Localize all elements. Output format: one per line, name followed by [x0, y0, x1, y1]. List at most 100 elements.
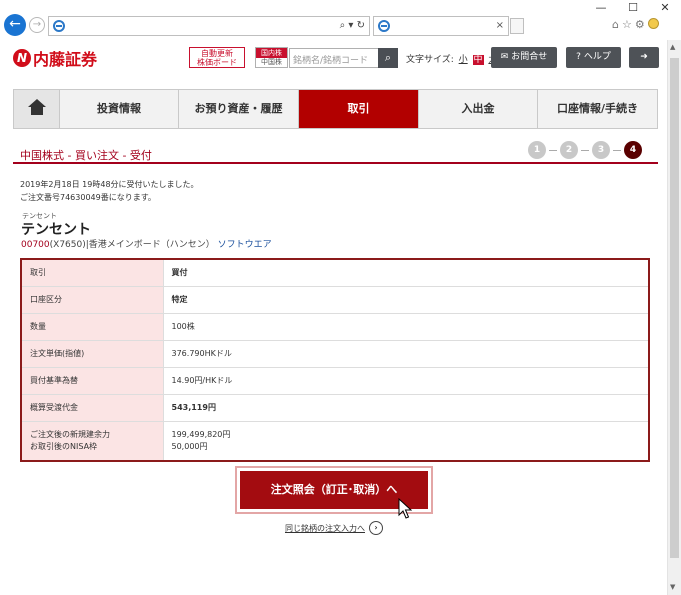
logo-mark: N	[13, 49, 31, 67]
forward-button[interactable]: →	[29, 17, 45, 33]
step-dash	[549, 149, 557, 151]
scroll-down-icon[interactable]: ▼	[670, 583, 675, 591]
table-row: ご注文後の新規建余力 お取引後のNISA枠 199,499,820円 50,00…	[21, 421, 649, 462]
chevron-right-icon: ›	[369, 521, 383, 535]
home-icon[interactable]: ⌂	[612, 18, 622, 31]
confirmation-message: 2019年2月18日 19時48分に受付いたしました。 ご注文番号7463004…	[20, 178, 199, 204]
search-button[interactable]: ⌕	[378, 48, 398, 68]
close-window-button[interactable]: ✕	[650, 0, 680, 16]
stock-info: 00700(X7650)|香港メインボード（ハンセン） ソフトウエア	[21, 237, 272, 250]
row-value: 100株	[163, 313, 649, 341]
nisa-label: お取引後のNISA枠	[30, 441, 98, 451]
font-size-small[interactable]: 小	[459, 55, 468, 65]
browser-tools: ⌂☆⚙	[612, 18, 659, 31]
table-row: 買付基準為替 14.90円/HKドル	[21, 367, 649, 395]
step-indicator: 1 2 3 4	[528, 141, 642, 159]
home-icon	[27, 99, 46, 115]
smiley-icon[interactable]	[647, 18, 659, 29]
order-detail-table: 取引 買付 口座区分 特定 数量 100株 注文単価(指値) 376.790HK…	[20, 258, 650, 462]
gear-icon[interactable]: ⚙	[635, 18, 648, 31]
search-icon: ⌕	[384, 51, 392, 64]
nav-account-info[interactable]: 口座情報/手続き	[538, 90, 657, 128]
step-4: 4	[624, 141, 642, 159]
confirmation-line2: ご注文番号74630049番になります。	[20, 193, 156, 202]
font-size-medium[interactable]: 中	[472, 55, 484, 65]
title-divider	[13, 162, 658, 164]
auto-update-line1: 自動更新	[201, 49, 233, 58]
arrow-right-icon: →	[32, 19, 42, 30]
same-stock-order-link[interactable]: 同じ銘柄の注文入力へ ›	[285, 521, 383, 535]
row-label: 口座区分	[21, 286, 164, 314]
font-size-control: 文字サイズ: 小 中 大	[406, 52, 497, 65]
confirmation-line1: 2019年2月18日 19時48分に受付いたしました。	[20, 180, 199, 189]
ie-icon	[53, 20, 65, 32]
market-selector[interactable]: 国内株 中国株	[255, 47, 288, 68]
row-value: 376.790HKドル	[163, 340, 649, 368]
maximize-button[interactable]: ☐	[618, 0, 648, 16]
nav-home[interactable]	[14, 90, 60, 128]
row-label: 注文単価(指値)	[21, 340, 164, 368]
scrollbar-thumb[interactable]	[670, 58, 679, 558]
stock-name: テンセント	[21, 222, 91, 238]
row-value: 特定	[163, 286, 649, 314]
table-row: 取引 買付	[21, 259, 649, 287]
row-value: 199,499,820円 50,000円	[163, 421, 649, 462]
logout-icon: ➜	[640, 52, 648, 62]
address-tools[interactable]: ⌕ ▾ ↻	[340, 20, 365, 31]
row-label: 概算受渡代金	[21, 394, 164, 422]
font-size-label: 文字サイズ:	[406, 55, 454, 65]
arrow-left-icon: ←	[9, 16, 21, 32]
auto-update-board-button[interactable]: 自動更新 株価ボード	[189, 47, 245, 68]
browser-chrome: — ☐ ✕ ← → ⌕ ▾ ↻ × ⌂☆⚙	[0, 0, 681, 40]
row-label: ご注文後の新規建余力 お取引後のNISA枠	[21, 421, 164, 462]
star-icon[interactable]: ☆	[622, 18, 635, 31]
main-nav: 投資情報 お預り資産・履歴 取引 入出金 口座情報/手続き	[13, 89, 658, 129]
search-input[interactable]: 銘柄名/銘柄コード	[289, 48, 379, 68]
table-row: 概算受渡代金 543,119円	[21, 394, 649, 422]
nav-investment-info[interactable]: 投資情報	[60, 90, 179, 128]
minimize-button[interactable]: —	[586, 0, 616, 16]
same-stock-order-label: 同じ銘柄の注文入力へ	[285, 523, 365, 533]
table-row: 注文単価(指値) 376.790HKドル	[21, 340, 649, 368]
table-row: 口座区分 特定	[21, 286, 649, 314]
address-bar[interactable]: ⌕ ▾ ↻	[48, 16, 370, 36]
nav-assets-history[interactable]: お預り資産・履歴	[179, 90, 299, 128]
close-tab-icon[interactable]: ×	[496, 20, 504, 31]
help-label: ヘルプ	[583, 52, 611, 62]
site-logo[interactable]: N 内藤証券	[13, 48, 98, 69]
mail-icon: ✉	[500, 52, 509, 62]
help-icon: ?	[576, 52, 581, 62]
row-label: 取引	[21, 259, 164, 287]
logout-button[interactable]: ➜	[629, 47, 659, 68]
step-1: 1	[528, 141, 546, 159]
ie-icon	[378, 20, 390, 32]
buying-power-value: 199,499,820円	[171, 429, 231, 439]
page-title: 中国株式 - 買い注文 - 受付	[20, 149, 152, 162]
new-tab-button[interactable]	[510, 18, 524, 34]
help-button[interactable]: ? ヘルプ	[566, 47, 621, 68]
step-3: 3	[592, 141, 610, 159]
logo-text: 内藤証券	[33, 50, 98, 69]
scrollbar[interactable]: ▲ ▼	[667, 40, 681, 595]
contact-button[interactable]: ✉ お問合せ	[491, 47, 557, 68]
stock-market: (X7650)|香港メインボード（ハンセン）	[49, 240, 215, 250]
stock-sector-link[interactable]: ソフトウエア	[218, 240, 272, 250]
row-value: 543,119円	[163, 394, 649, 422]
nav-deposit-withdraw[interactable]: 入出金	[419, 90, 538, 128]
step-2: 2	[560, 141, 578, 159]
scroll-up-icon[interactable]: ▲	[670, 43, 675, 51]
market-china[interactable]: 中国株	[256, 58, 287, 67]
nav-trade[interactable]: 取引	[299, 90, 419, 128]
step-dash	[581, 149, 589, 151]
auto-update-line2: 株価ボード	[197, 58, 237, 67]
row-value: 買付	[163, 259, 649, 287]
mouse-cursor-icon	[398, 498, 412, 519]
step-dash	[613, 149, 621, 151]
back-button[interactable]: ←	[4, 14, 26, 36]
browser-tab[interactable]: ×	[373, 16, 509, 36]
row-value: 14.90円/HKドル	[163, 367, 649, 395]
market-domestic[interactable]: 国内株	[256, 48, 287, 58]
table-row: 数量 100株	[21, 313, 649, 341]
buying-power-label: ご注文後の新規建余力	[30, 429, 110, 439]
row-label: 買付基準為替	[21, 367, 164, 395]
